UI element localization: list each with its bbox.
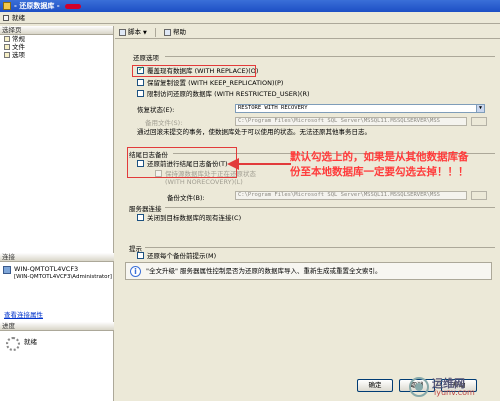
divider [145, 247, 495, 248]
restricted-user-checkbox[interactable] [137, 89, 144, 97]
divider [165, 56, 495, 57]
annotation-line-2: 份至本地数据库一定要勾选去掉！！！ [290, 166, 469, 178]
watermark-site: iyunv.com [434, 388, 475, 397]
toolbar: 脚本 ▼ 帮助 [115, 26, 500, 39]
page-icon [4, 36, 10, 42]
page-icon [4, 52, 10, 58]
close-conn-row[interactable]: 关闭到目标数据库的现有连接(C) [137, 213, 242, 223]
progress-header: 进度 [0, 322, 114, 331]
watermark: 运维网 iyunv.com [408, 375, 498, 399]
chevron-down-icon: ▼ [143, 30, 147, 36]
tail-log-backup-checkbox[interactable] [137, 159, 144, 167]
server-name: WIN-QMTOTL4VCF3 [14, 265, 79, 273]
watermark-logo-icon [409, 377, 429, 397]
keep-replication-checkbox[interactable] [137, 78, 144, 86]
keep-replication-label: 保留复制设置 (WITH KEEP_REPLICATION)(P) [147, 79, 284, 87]
restore-options-title: 还原选项 [133, 54, 159, 62]
redacted-mark [65, 3, 82, 9]
restricted-user-row[interactable]: 限制访问还原的数据库 (WITH RESTRICTED_USER)(R) [137, 89, 310, 99]
standby-browse-button[interactable] [471, 117, 487, 126]
script-button[interactable]: 脚本 ▼ [119, 26, 147, 40]
ok-button[interactable]: 确定 [357, 379, 393, 392]
tail-log-backup-row[interactable]: 还原前进行结尾日志备份(T) [137, 159, 228, 169]
server-login: [WIN-QMTOTL4VCF3\Administrator] [14, 274, 112, 280]
progress-spinner-icon [6, 337, 20, 351]
server-icon [3, 266, 11, 274]
script-label: 脚本 [128, 28, 141, 36]
help-icon [164, 29, 172, 36]
page-icon [4, 44, 10, 50]
status-row: 就绪 [0, 12, 500, 24]
server-conn-title: 服务器连接 [129, 205, 162, 213]
divider [165, 207, 495, 208]
progress-body: 就绪 [0, 331, 114, 351]
close-conn-label: 关闭到目标数据库的现有连接(C) [147, 214, 242, 222]
info-icon [3, 15, 9, 21]
recovery-value: RESTORE WITH RECOVERY [238, 105, 308, 111]
standby-file-input[interactable]: C:\Program Files\Microsoft SQL Server\MS… [235, 117, 467, 126]
annotation-arrow-icon [227, 158, 291, 170]
view-connection-row: 查看连接属性 [0, 309, 114, 319]
page-item-general[interactable]: 常规 [0, 35, 113, 43]
left-pane: 选择页 常规 文件 选项 连接 WIN-QMTOTL4VCF3 [WIN-QMT… [0, 26, 114, 401]
right-pane: 脚本▼ 帮助 还原选项 覆盖现有数据库 (WITH REPLACE)(O) 保留… [115, 26, 500, 401]
connection-section: 连接 WIN-QMTOTL4VCF3 [WIN-QMTOTL4VCF3\Admi… [0, 253, 114, 281]
restricted-user-label: 限制访问还原的数据库 (WITH RESTRICTED_USER)(R) [147, 90, 310, 98]
chevron-down-icon: ▼ [476, 105, 484, 112]
page-label: 文件 [12, 43, 25, 51]
help-toolbar-button[interactable]: 帮助 [164, 26, 186, 39]
backup-file-input[interactable]: C:\Program Files\Microsoft SQL Server\MS… [235, 191, 467, 200]
standby-file-value: C:\Program Files\Microsoft SQL Server\MS… [238, 118, 440, 124]
backup-file-browse-button[interactable] [471, 191, 487, 200]
annotation-line-1: 默认勾选上的，如果是从其他数据库备 [290, 151, 469, 163]
keep-replication-row[interactable]: 保留复制设置 (WITH KEEP_REPLICATION)(P) [137, 78, 284, 88]
close-conn-checkbox[interactable] [137, 213, 144, 221]
page-label: 选项 [12, 51, 25, 59]
prompt-each-row[interactable]: 还原每个备份前提示(M) [137, 251, 217, 261]
window-title-bar: - 还原数据库 - [0, 0, 500, 12]
annotation-callout: 默认勾选上的，如果是从其他数据库备 份至本地数据库一定要勾选去掉！！！ [290, 150, 500, 180]
overwrite-highlight [132, 65, 256, 77]
prompt-each-label: 还原每个备份前提示(M) [147, 252, 217, 260]
connection-header: 连接 [0, 253, 114, 262]
standby-label: 备用文件(S): [145, 119, 183, 127]
toolbar-separator [154, 27, 156, 37]
recovery-note: 通过回滚未提交的事务，使数据库处于可以使用的状态。无法还原其他事务日志。 [137, 128, 371, 136]
page-item-files[interactable]: 文件 [0, 43, 113, 51]
backup-file-value: C:\Program Files\Microsoft SQL Server\MS… [238, 192, 440, 198]
progress-status: 就绪 [24, 338, 37, 346]
fulltext-info-box: i "全文升级" 服务器属性控制是否为还原的数据库导入、重新生成或重置全文索引。 [125, 262, 492, 280]
info-icon: i [130, 266, 141, 277]
fulltext-info-text: "全文升级" 服务器属性控制是否为还原的数据库导入、重新生成或重置全文索引。 [146, 267, 382, 275]
page-item-options[interactable]: 选项 [0, 51, 113, 59]
recovery-select[interactable]: RESTORE WITH RECOVERY ▼ [235, 104, 485, 113]
window-title: - 还原数据库 - [14, 2, 60, 10]
database-icon [3, 2, 11, 10]
keep-source-checkbox [155, 169, 162, 177]
page-label: 常规 [12, 35, 25, 43]
help-label: 帮助 [173, 28, 187, 36]
progress-section: 进度 就绪 [0, 322, 114, 351]
status-text: 就绪 [12, 14, 25, 22]
view-connection-link[interactable]: 查看连接属性 [2, 309, 43, 319]
connection-info: WIN-QMTOTL4VCF3 [WIN-QMTOTL4VCF3\Adminis… [0, 262, 114, 281]
prompt-each-checkbox[interactable] [137, 251, 144, 259]
recovery-label: 恢复状态(E): [137, 106, 175, 114]
tail-log-backup-label: 还原前进行结尾日志备份(T) [147, 160, 228, 168]
script-icon [119, 29, 126, 36]
pages-header: 选择页 [0, 26, 113, 35]
backup-file-label: 备份文件(B): [167, 194, 205, 202]
